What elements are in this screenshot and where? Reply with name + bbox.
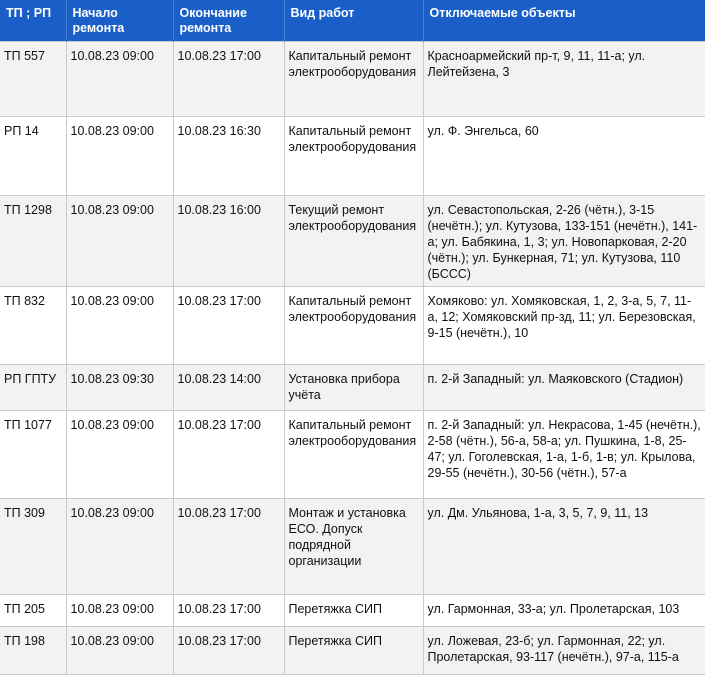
cell-objects: ул. Ф. Энгельса, 60 — [422, 116, 705, 196]
header-tp: ТП ; РП — [0, 0, 67, 42]
cell-objects: ул. Гармонная, 33-а; ул. Пролетарская, 1… — [422, 594, 705, 627]
header-objects: Отключаемые объекты — [423, 0, 705, 42]
cell-work: Монтаж и установка ЕСО. Допуск подрядной… — [283, 498, 424, 595]
table-row: РП ГПТУ 10.08.23 09:30 10.08.23 14:00 Ус… — [0, 364, 705, 411]
cell-tp: ТП 557 — [0, 41, 67, 117]
cell-tp: ТП 832 — [0, 286, 67, 365]
cell-end: 10.08.23 17:00 — [172, 626, 285, 675]
cell-work: Капитальный ремонт электрооборудования — [283, 286, 424, 365]
cell-end: 10.08.23 17:00 — [172, 498, 285, 595]
cell-work: Капитальный ремонт электрооборудования — [283, 41, 424, 117]
cell-objects: ул. Ложевая, 23-б; ул. Гармонная, 22; ул… — [422, 626, 705, 675]
cell-work: Капитальный ремонт электрооборудования — [283, 410, 424, 499]
cell-objects: ул. Севастопольская, 2-26 (чётн.), 3-15 … — [422, 195, 705, 287]
cell-tp: ТП 1298 — [0, 195, 67, 287]
table-row: ТП 832 10.08.23 09:00 10.08.23 17:00 Кап… — [0, 286, 705, 365]
table-row: ТП 1077 10.08.23 09:00 10.08.23 17:00 Ка… — [0, 410, 705, 499]
cell-start: 10.08.23 09:00 — [65, 195, 174, 287]
cell-objects: Красноармейский пр-т, 9, 11, 11-а; ул. Л… — [422, 41, 705, 117]
cell-end: 10.08.23 17:00 — [172, 286, 285, 365]
header-end: Окончание ремонта — [173, 0, 285, 42]
header-row: ТП ; РП Начало ремонта Окончание ремонта… — [0, 0, 705, 42]
cell-tp: ТП 205 — [0, 594, 67, 627]
cell-start: 10.08.23 09:00 — [65, 41, 174, 117]
cell-tp: РП ГПТУ — [0, 364, 67, 411]
table-body: ТП 557 10.08.23 09:00 10.08.23 17:00 Кап… — [0, 41, 705, 675]
cell-tp: ТП 1077 — [0, 410, 67, 499]
cell-end: 10.08.23 16:00 — [172, 195, 285, 287]
cell-tp: ТП 198 — [0, 626, 67, 675]
cell-work: Капитальный ремонт электрооборудования — [283, 116, 424, 196]
cell-objects: п. 2-й Западный: ул. Некрасова, 1-45 (не… — [422, 410, 705, 499]
cell-work: Установка прибора учёта — [283, 364, 424, 411]
table-row: ТП 557 10.08.23 09:00 10.08.23 17:00 Кап… — [0, 41, 705, 117]
cell-tp: ТП 309 — [0, 498, 67, 595]
table-row: ТП 198 10.08.23 09:00 10.08.23 17:00 Пер… — [0, 626, 705, 675]
cell-end: 10.08.23 17:00 — [172, 410, 285, 499]
cell-start: 10.08.23 09:00 — [65, 626, 174, 675]
cell-objects: п. 2-й Западный: ул. Маяковского (Стадио… — [422, 364, 705, 411]
table-row: ТП 309 10.08.23 09:00 10.08.23 17:00 Мон… — [0, 498, 705, 595]
cell-start: 10.08.23 09:00 — [65, 594, 174, 627]
cell-objects: ул. Дм. Ульянова, 1-а, 3, 5, 7, 9, 11, 1… — [422, 498, 705, 595]
cell-end: 10.08.23 16:30 — [172, 116, 285, 196]
cell-start: 10.08.23 09:00 — [65, 116, 174, 196]
table-row: РП 14 10.08.23 09:00 10.08.23 16:30 Капи… — [0, 116, 705, 196]
table-row: ТП 1298 10.08.23 09:00 10.08.23 16:00 Те… — [0, 195, 705, 287]
cell-start: 10.08.23 09:00 — [65, 410, 174, 499]
outage-schedule-table: ТП ; РП Начало ремонта Окончание ремонта… — [0, 0, 705, 675]
cell-work: Перетяжка СИП — [283, 594, 424, 627]
cell-tp: РП 14 — [0, 116, 67, 196]
cell-work: Текущий ремонт электрооборудования — [283, 195, 424, 287]
header-work: Вид работ — [284, 0, 424, 42]
table-header: ТП ; РП Начало ремонта Окончание ремонта… — [0, 0, 705, 42]
header-start: Начало ремонта — [66, 0, 174, 42]
cell-end: 10.08.23 17:00 — [172, 41, 285, 117]
cell-work: Перетяжка СИП — [283, 626, 424, 675]
cell-end: 10.08.23 14:00 — [172, 364, 285, 411]
table-row: ТП 205 10.08.23 09:00 10.08.23 17:00 Пер… — [0, 594, 705, 627]
cell-start: 10.08.23 09:00 — [65, 286, 174, 365]
cell-start: 10.08.23 09:00 — [65, 498, 174, 595]
cell-start: 10.08.23 09:30 — [65, 364, 174, 411]
cell-objects: Хомяково: ул. Хомяковская, 1, 2, 3-а, 5,… — [422, 286, 705, 365]
cell-end: 10.08.23 17:00 — [172, 594, 285, 627]
